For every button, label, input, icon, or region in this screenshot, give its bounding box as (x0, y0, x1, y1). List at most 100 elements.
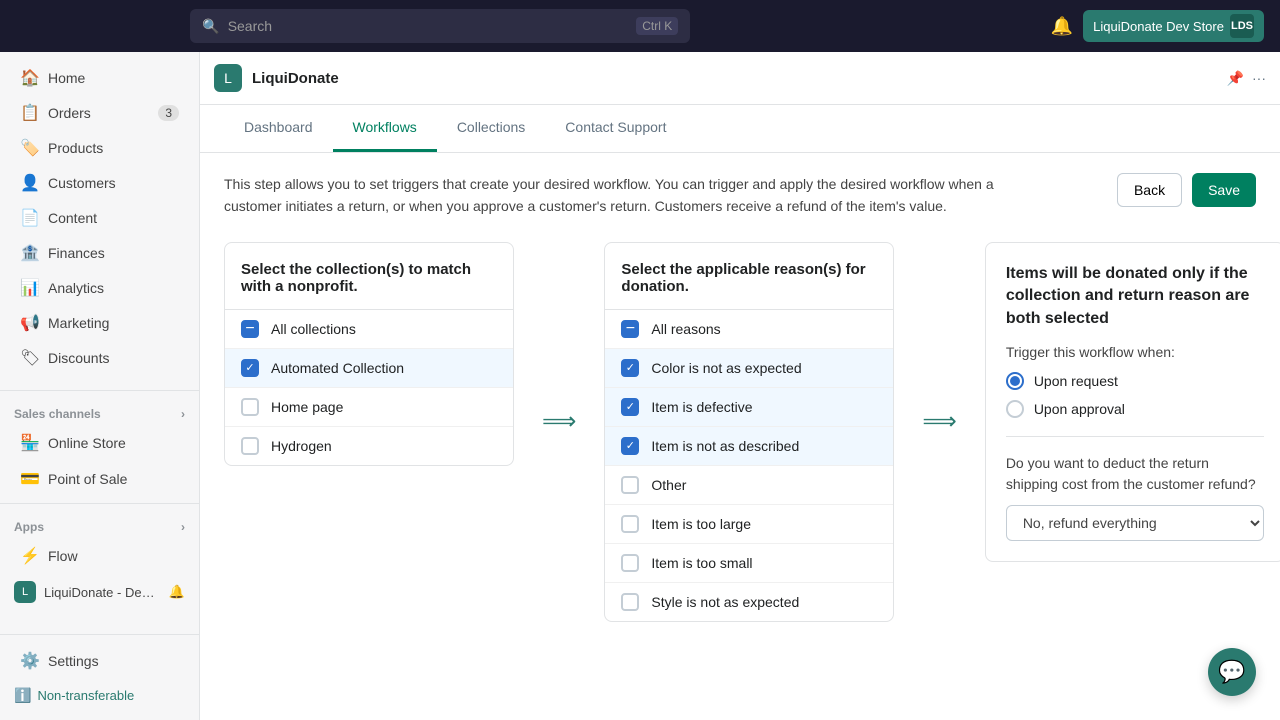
reason-checkbox-3[interactable]: ✓ (621, 437, 639, 455)
sidebar-item-home[interactable]: 🏠 Home (6, 61, 193, 95)
more-icon[interactable]: ··· (1252, 70, 1266, 87)
sidebar-item-settings[interactable]: ⚙️ Settings (6, 644, 193, 678)
sidebar-label-content: Content (48, 210, 97, 226)
reason-checkbox-1[interactable]: ✓ (621, 359, 639, 377)
search-input[interactable] (228, 18, 629, 34)
workflow-area: Select the collection(s) to match with a… (224, 242, 1256, 642)
products-icon: 🏷️ (20, 138, 38, 158)
reason-item-0[interactable]: − All reasons (605, 310, 893, 349)
reasons-panel: Select the applicable reason(s) for dona… (604, 242, 894, 622)
analytics-icon: 📊 (20, 278, 38, 298)
back-button[interactable]: Back (1117, 173, 1182, 207)
nav-tabs: Dashboard Workflows Collections Contact … (200, 105, 1280, 153)
sidebar-label-finances: Finances (48, 245, 105, 261)
chat-icon: 💬 (1218, 659, 1245, 685)
sidebar-item-discounts[interactable]: 🏷 Discounts (6, 341, 193, 375)
sidebar-label-point-of-sale: Point of Sale (48, 471, 127, 487)
collection-checkbox-0[interactable]: − (241, 320, 259, 338)
non-transferable[interactable]: ℹ️ Non-transferable (0, 679, 199, 712)
tab-contact-support[interactable]: Contact Support (545, 105, 686, 152)
search-shortcut: Ctrl K (636, 17, 678, 35)
content-inner: L LiquiDonate 📌 ··· Dashboard Workflows … (200, 52, 1280, 720)
top-bar-right: 🔔 LiquiDonate Dev Store LDS (1051, 10, 1264, 42)
sidebar-label-home: Home (48, 70, 85, 86)
sidebar-item-analytics[interactable]: 📊 Analytics (6, 271, 193, 305)
app-logo: L (214, 64, 242, 92)
sidebar-item-marketing[interactable]: 📢 Marketing (6, 306, 193, 340)
sidebar-item-liquidonate[interactable]: L LiquiDonate - Develop... 🔔 (0, 574, 199, 610)
notification-icon[interactable]: 🔔 (1051, 16, 1073, 37)
collections-panel: Select the collection(s) to match with a… (224, 242, 514, 466)
refund-select[interactable]: No, refund everything (1006, 505, 1264, 541)
save-button[interactable]: Save (1192, 173, 1256, 207)
tab-collections[interactable]: Collections (437, 105, 545, 152)
page-content: This step allows you to set triggers tha… (200, 153, 1280, 662)
sidebar-label-settings: Settings (48, 653, 99, 669)
sidebar-label-flow: Flow (48, 548, 78, 564)
radio-upon-approval[interactable]: Upon approval (1006, 400, 1264, 418)
collection-checkbox-1[interactable]: ✓ (241, 359, 259, 377)
sidebar-item-finances[interactable]: 🏦 Finances (6, 236, 193, 270)
non-transferable-label: Non-transferable (37, 688, 134, 703)
reason-item-4[interactable]: Other (605, 466, 893, 505)
sidebar-item-customers[interactable]: 👤 Customers (6, 166, 193, 200)
reason-checkbox-4[interactable] (621, 476, 639, 494)
info-divider (1006, 436, 1264, 437)
pin-icon[interactable]: 📌 (1227, 70, 1244, 87)
marketing-icon: 📢 (20, 313, 38, 333)
apps-expand-icon[interactable]: › (181, 520, 185, 534)
sales-channels-expand-icon[interactable]: › (181, 407, 185, 421)
finances-icon: 🏦 (20, 243, 38, 263)
collection-checkbox-2[interactable] (241, 398, 259, 416)
info-icon: ℹ️ (14, 687, 31, 704)
reason-item-6[interactable]: Item is too small (605, 544, 893, 583)
collection-item-1[interactable]: ✓ Automated Collection (225, 349, 513, 388)
main-area: 🏠 Home 📋 Orders 3 🏷️ Products 👤 Customer… (0, 52, 1280, 720)
reason-item-2[interactable]: ✓ Item is defective (605, 388, 893, 427)
info-panel: Items will be donated only if the collec… (985, 242, 1280, 562)
reason-item-3[interactable]: ✓ Item is not as described (605, 427, 893, 466)
sidebar-item-orders[interactable]: 📋 Orders 3 (6, 96, 193, 130)
reason-checkbox-6[interactable] (621, 554, 639, 572)
reason-checkbox-7[interactable] (621, 593, 639, 611)
sidebar-item-online-store[interactable]: 🏪 Online Store (6, 426, 193, 460)
top-bar: 🔍 Ctrl K 🔔 LiquiDonate Dev Store LDS (0, 0, 1280, 52)
online-store-icon: 🏪 (20, 433, 38, 453)
store-badge[interactable]: LiquiDonate Dev Store LDS (1083, 10, 1264, 42)
collection-item-3[interactable]: Hydrogen (225, 427, 513, 465)
arrow-icon-2: ⟹ (914, 407, 964, 436)
sidebar-item-flow[interactable]: ⚡ Flow (6, 539, 193, 573)
reason-checkbox-5[interactable] (621, 515, 639, 533)
sidebar-divider-1 (0, 390, 199, 391)
collection-item-2[interactable]: Home page (225, 388, 513, 427)
sidebar-item-products[interactable]: 🏷️ Products (6, 131, 193, 165)
tab-workflows[interactable]: Workflows (333, 105, 437, 152)
trigger-label: Trigger this workflow when: (1006, 344, 1264, 360)
tab-dashboard[interactable]: Dashboard (224, 105, 333, 152)
liquidonate-notif-icon[interactable]: 🔔 (169, 584, 185, 600)
radio-circle-approval[interactable] (1006, 400, 1024, 418)
collection-checkbox-3[interactable] (241, 437, 259, 455)
radio-upon-request[interactable]: Upon request (1006, 372, 1264, 390)
reason-label-0: All reasons (651, 321, 720, 337)
radio-circle-request[interactable] (1006, 372, 1024, 390)
store-avatar: LDS (1230, 14, 1254, 38)
info-panel-title: Items will be donated only if the collec… (1006, 263, 1264, 330)
sidebar-item-point-of-sale[interactable]: 💳 Point of Sale (6, 462, 193, 496)
sidebar-label-marketing: Marketing (48, 315, 109, 331)
reason-checkbox-2[interactable]: ✓ (621, 398, 639, 416)
search-bar[interactable]: 🔍 Ctrl K (190, 9, 690, 43)
reason-item-1[interactable]: ✓ Color is not as expected (605, 349, 893, 388)
chat-bubble[interactable]: 💬 (1208, 648, 1256, 696)
sidebar-label-discounts: Discounts (48, 350, 109, 366)
reason-label-1: Color is not as expected (651, 360, 801, 376)
reason-checkbox-0[interactable]: − (621, 320, 639, 338)
sidebar-item-content[interactable]: 📄 Content (6, 201, 193, 235)
sidebar-bottom: ⚙️ Settings ℹ️ Non-transferable (0, 634, 199, 720)
reason-item-5[interactable]: Item is too large (605, 505, 893, 544)
liquidonate-app-label: LiquiDonate - Develop... (44, 585, 161, 600)
reason-label-2: Item is defective (651, 399, 752, 415)
reason-item-7[interactable]: Style is not as expected (605, 583, 893, 621)
reason-label-6: Item is too small (651, 555, 752, 571)
collection-item-0[interactable]: − All collections (225, 310, 513, 349)
